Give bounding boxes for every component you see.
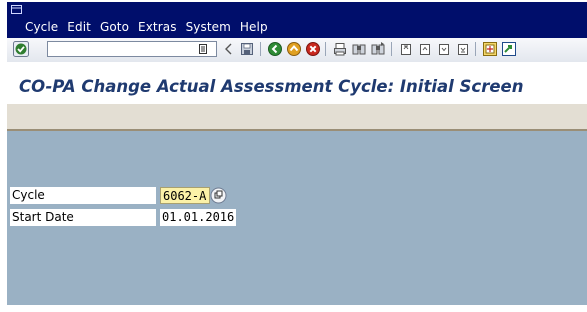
save-icon[interactable]: [239, 41, 255, 57]
toolbar-separator: [325, 42, 326, 56]
cancel-icon[interactable]: [305, 41, 321, 57]
command-field[interactable]: [47, 41, 217, 57]
page-title: CO-PA Change Actual Assessment Cycle: In…: [19, 77, 524, 96]
find-next-icon[interactable]: [370, 41, 386, 57]
exit-icon[interactable]: [286, 41, 302, 57]
first-page-icon[interactable]: [398, 41, 414, 57]
sap-window: Cycle Edit Goto Extras System Help CO-PA…: [0, 0, 587, 312]
print-icon[interactable]: [332, 41, 348, 57]
title-bar: CO-PA Change Actual Assessment Cycle: In…: [7, 62, 587, 104]
main-content: Cycle 6062-A Start Date 01.01.2016: [7, 131, 587, 305]
back-icon[interactable]: [267, 41, 283, 57]
next-page-icon[interactable]: [436, 41, 452, 57]
menu-items: Cycle Edit Goto Extras System Help: [25, 20, 277, 38]
create-session-icon[interactable]: [482, 41, 498, 57]
application-toolbar: [7, 104, 587, 131]
cycle-label: Cycle: [10, 187, 156, 204]
cycle-input[interactable]: 6062-A: [160, 187, 210, 204]
menu-system[interactable]: System: [186, 20, 231, 38]
menu-edit[interactable]: Edit: [67, 20, 91, 38]
menu-help[interactable]: Help: [240, 20, 268, 38]
help-icon[interactable]: [501, 41, 517, 57]
menu-bar: Cycle Edit Goto Extras System Help: [7, 2, 587, 38]
toolbar-separator: [260, 42, 261, 56]
enter-icon[interactable]: [13, 41, 29, 57]
window-menu-icon[interactable]: [11, 5, 23, 15]
toolbar-separator: [475, 42, 476, 56]
menu-cycle[interactable]: Cycle: [25, 20, 58, 38]
last-page-icon[interactable]: [455, 41, 471, 57]
command-history-icon[interactable]: [195, 41, 211, 57]
start-date-label: Start Date: [10, 209, 156, 226]
toolbar-separator: [391, 42, 392, 56]
previous-page-icon[interactable]: [417, 41, 433, 57]
back-arrow-icon[interactable]: [221, 41, 237, 57]
possible-entries-icon[interactable]: [210, 187, 227, 204]
menu-goto[interactable]: Goto: [100, 20, 129, 38]
standard-toolbar: [7, 38, 587, 63]
find-icon[interactable]: [351, 41, 367, 57]
start-date-input[interactable]: 01.01.2016: [160, 209, 236, 226]
menu-extras[interactable]: Extras: [138, 20, 177, 38]
